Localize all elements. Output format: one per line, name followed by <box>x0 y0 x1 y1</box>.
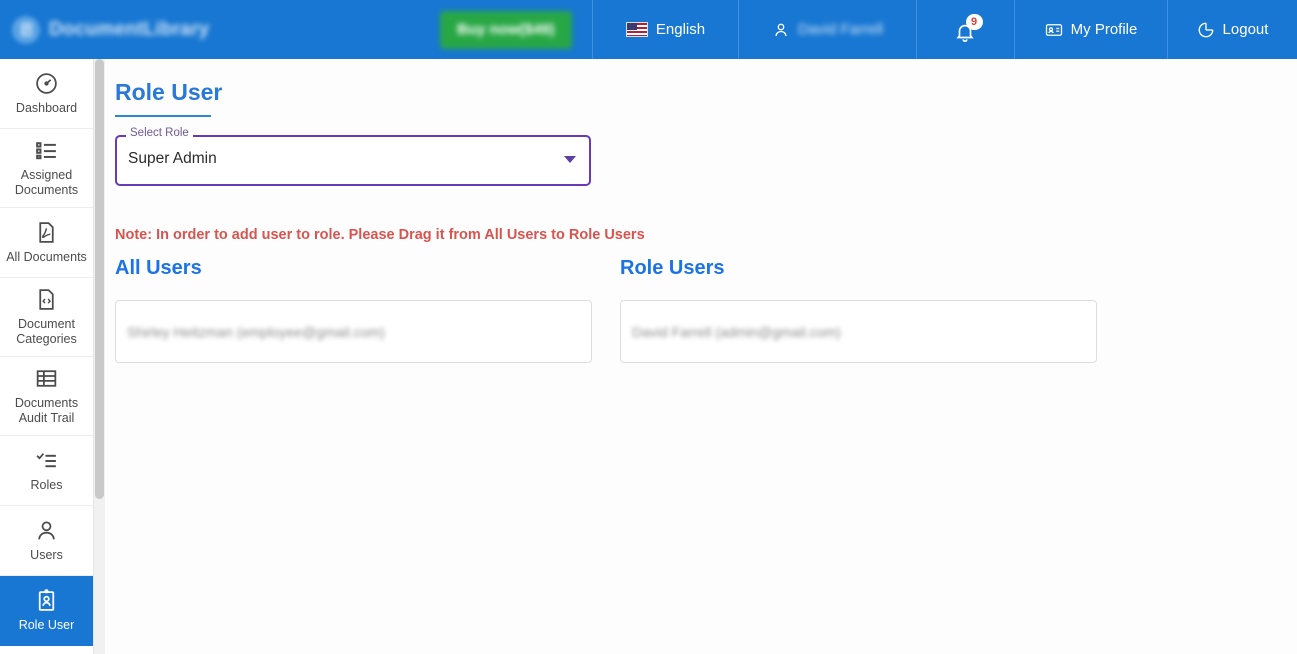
sidebar-item-label: Assigned Documents <box>14 168 79 197</box>
buy-now-button[interactable]: Buy now($49) <box>440 10 572 49</box>
sidebar-item-roles[interactable]: Roles <box>0 436 93 506</box>
sidebar-item-role-user[interactable]: Role User <box>0 576 93 646</box>
sidebar-item-label: Role User <box>18 618 75 632</box>
column-gap <box>592 257 620 363</box>
select-role-legend: Select Role <box>126 127 193 139</box>
pdf-file-icon <box>39 222 54 243</box>
bell-icon: 9 <box>954 13 983 43</box>
all-users-heading: All Users <box>115 257 202 279</box>
list-item[interactable]: Shirley Heitzman (employee@gmail.com) <box>127 324 385 340</box>
document-library-logo-icon <box>12 15 40 44</box>
language-label: English <box>655 21 706 38</box>
user-icon <box>38 521 55 540</box>
sidebar-item-users[interactable]: Users <box>0 506 93 576</box>
logout-label: Logout <box>1222 21 1269 38</box>
brand-name: DocumentLibrary <box>49 18 210 40</box>
table-icon <box>36 370 57 387</box>
checklist-icon <box>36 453 56 468</box>
main-content: Role User Select Role Super Admin Note: … <box>105 59 1297 654</box>
select-role-field[interactable]: Select Role Super Admin <box>115 127 591 186</box>
header-spacer <box>572 0 592 59</box>
role-users-dropzone[interactable]: David Farrell (admin@gmail.com) <box>620 300 1097 363</box>
sidebar-item-assigned-documents[interactable]: Assigned Documents <box>0 129 93 208</box>
sidebar-nav: Dashboard Assigned Documents All Documen… <box>0 59 94 654</box>
top-header-bar: DocumentLibrary Buy now($49) English Dav… <box>0 0 1297 59</box>
chevron-down-icon[interactable] <box>564 156 576 163</box>
code-file-icon <box>39 289 54 310</box>
logout-icon <box>1198 22 1213 37</box>
user-transfer-columns: All Users Shirley Heitzman (employee@gma… <box>115 257 1297 363</box>
my-profile-button[interactable]: My Profile <box>1014 0 1167 59</box>
person-icon <box>775 23 787 36</box>
sidebar-item-documents-audit-trail[interactable]: Documents Audit Trail <box>0 357 93 436</box>
id-card-icon <box>1045 23 1062 36</box>
all-users-column: All Users Shirley Heitzman (employee@gma… <box>115 257 592 363</box>
sidebar-item-dashboard[interactable]: Dashboard <box>0 59 93 129</box>
sidebar-item-document-categories[interactable]: Document Categories <box>0 278 93 357</box>
current-user-menu[interactable]: David Farrell <box>738 0 916 59</box>
page-title: Role User <box>115 79 223 105</box>
notification-count-badge: 9 <box>965 13 983 30</box>
id-badge-icon <box>38 589 55 611</box>
all-users-dropzone[interactable]: Shirley Heitzman (employee@gmail.com) <box>115 300 592 363</box>
page-title-underline <box>115 115 211 117</box>
select-role-value: Super Admin <box>128 150 217 167</box>
sidebar-item-label: All Documents <box>6 250 87 264</box>
sidebar-item-label: Dashboard <box>15 101 78 115</box>
list-icon <box>36 142 56 160</box>
sidebar-item-label: Document Categories <box>16 317 77 346</box>
speedometer-icon <box>36 73 57 94</box>
sidebar-scrollbar[interactable] <box>94 59 105 654</box>
sidebar-item-label: Users <box>30 548 63 562</box>
notifications-button[interactable]: 9 <box>916 0 1014 59</box>
logout-button[interactable]: Logout <box>1167 0 1297 59</box>
sidebar-item-all-documents[interactable]: All Documents <box>0 208 93 278</box>
role-users-column: Role Users David Farrell (admin@gmail.co… <box>620 257 1097 363</box>
current-user-name: David Farrell <box>797 21 884 38</box>
language-selector[interactable]: English <box>592 0 738 59</box>
us-flag-icon <box>625 22 648 37</box>
brand-area[interactable]: DocumentLibrary <box>0 0 440 59</box>
role-users-heading: Role Users <box>620 257 725 279</box>
my-profile-label: My Profile <box>1070 21 1138 38</box>
list-item[interactable]: David Farrell (admin@gmail.com) <box>632 324 841 340</box>
sidebar-scrollbar-thumb[interactable] <box>95 59 104 499</box>
drag-instruction-note: Note: In order to add user to role. Plea… <box>115 227 645 243</box>
sidebar-item-label: Roles <box>30 478 63 492</box>
sidebar-item-label: Documents Audit Trail <box>14 396 79 425</box>
